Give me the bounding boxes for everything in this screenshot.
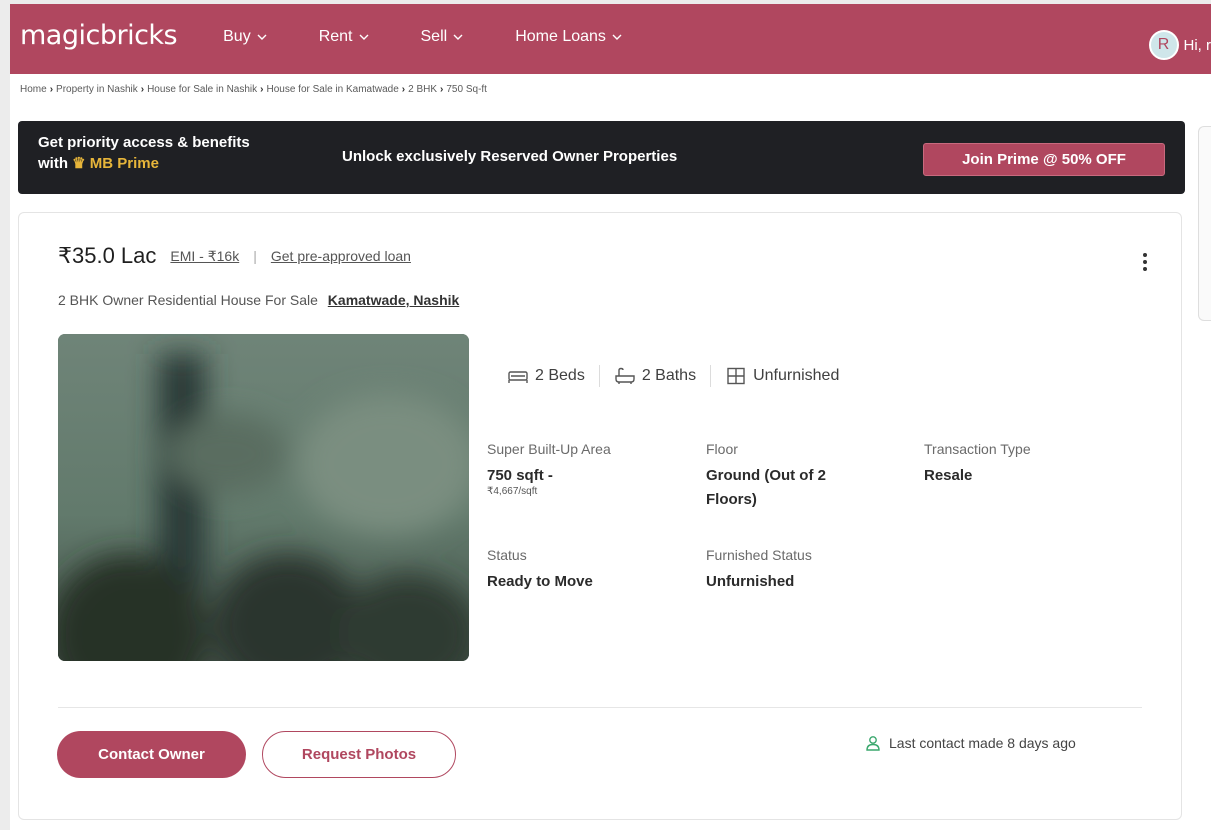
prime-banner: Get priority access & benefits with ♛ MB… (18, 121, 1185, 194)
user-greeting[interactable]: Hi, r (1184, 37, 1211, 54)
amenity-beds-label: 2 Beds (535, 367, 585, 384)
bath-icon (615, 367, 635, 384)
property-photo[interactable] (58, 334, 469, 661)
chevron-down-icon (612, 34, 622, 40)
floor-value: Ground (Out of 2 Floors) (706, 467, 826, 508)
property-location-link[interactable]: Kamatwade, Nashik (328, 292, 460, 308)
side-panel-edge (1198, 126, 1211, 321)
main-nav: Buy Rent Sell Home Loans (223, 28, 674, 46)
nav-buy[interactable]: Buy (223, 28, 267, 46)
nav-home-loans-label: Home Loans (515, 28, 606, 45)
nav-rent[interactable]: Rent (319, 28, 369, 46)
chevron-down-icon (359, 34, 368, 40)
nav-sell-label: Sell (420, 28, 448, 45)
property-price: ₹35.0 Lac (58, 243, 157, 268)
summary-furnished: Furnished Status Unfurnished (706, 547, 916, 594)
prime-banner-text: Get priority access & benefits with ♛ MB… (38, 132, 250, 174)
amenity-beds: 2 Beds (507, 367, 585, 385)
amenity-furnishing-label: Unfurnished (753, 367, 840, 384)
price-separator: | (253, 248, 257, 264)
prime-banner-line1: Get priority access & benefits (38, 134, 250, 151)
super-area-value: 750 sqft - (487, 467, 553, 484)
last-contact-info: Last contact made 8 days ago (865, 735, 1076, 751)
chevron-down-icon (453, 34, 463, 40)
pre-approved-loan-link[interactable]: Get pre-approved loan (271, 248, 411, 264)
contact-owner-button[interactable]: Contact Owner (57, 731, 246, 778)
last-contact-text: Last contact made 8 days ago (889, 735, 1076, 751)
blurred-photo-placeholder (58, 334, 469, 661)
prime-banner-message: Unlock exclusively Reserved Owner Proper… (342, 148, 678, 165)
super-area-label: Super Built-Up Area (487, 441, 611, 457)
prime-label: MB Prime (89, 155, 159, 172)
breadcrumb-home[interactable]: Home (20, 84, 47, 95)
breadcrumb-separator: › (140, 84, 145, 95)
amenity-divider (598, 365, 600, 387)
price-row: ₹35.0 Lac EMI - ₹16k | Get pre-approved … (58, 243, 411, 269)
status-label: Status (487, 547, 527, 563)
more-options-icon[interactable] (1143, 253, 1147, 271)
breadcrumb-separator: › (49, 84, 54, 95)
magicbricks-logo[interactable]: magicbricks (20, 20, 178, 51)
nav-sell[interactable]: Sell (421, 28, 464, 46)
breadcrumb-property-nashik[interactable]: Property in Nashik (56, 84, 138, 95)
price-per-sqft: ₹4,667/sqft (487, 486, 538, 497)
breadcrumb-2bhk[interactable]: 2 BHK (408, 84, 437, 95)
summary-status: Status Ready to Move (487, 547, 697, 594)
prime-banner-with: with (38, 155, 68, 172)
summary-super-area: Super Built-Up Area 750 sqft - ₹4,667/sq… (487, 441, 697, 497)
amenity-furnishing: Unfurnished (725, 367, 839, 385)
status-value: Ready to Move (487, 573, 593, 590)
nav-home-loans[interactable]: Home Loans (515, 28, 622, 46)
summary-floor: Floor Ground (Out of 2 Floors) (706, 441, 876, 512)
property-type: 2 BHK Owner Residential House For Sale (58, 292, 318, 308)
top-navigation-bar: magicbricks Buy Rent Sell Home Loans R H… (10, 4, 1211, 74)
transaction-label: Transaction Type (924, 441, 1031, 457)
amenities-row: 2 Beds 2 Baths Unfurnished (507, 365, 839, 387)
page-content: Home › Property in Nashik › House for Sa… (10, 74, 1211, 830)
prime-banner-line2: with ♛ MB Prime (38, 153, 250, 174)
chevron-down-icon (257, 34, 267, 40)
breadcrumb-house-kamatwade[interactable]: House for Sale in Kamatwade (266, 84, 398, 95)
breadcrumb-separator: › (440, 84, 444, 95)
user-icon (866, 736, 880, 751)
join-prime-button[interactable]: Join Prime @ 50% OFF (923, 143, 1165, 176)
request-photos-button[interactable]: Request Photos (262, 731, 456, 778)
furnish-icon (727, 367, 745, 385)
property-title: 2 BHK Owner Residential House For Sale K… (58, 292, 459, 308)
breadcrumb-house-nashik[interactable]: House for Sale in Nashik (147, 84, 257, 95)
breadcrumb-area: 750 Sq-ft (446, 84, 487, 95)
crown-icon: ♛ (72, 155, 86, 172)
nav-buy-label: Buy (223, 28, 251, 45)
nav-rent-label: Rent (318, 28, 353, 45)
card-divider (58, 707, 1142, 708)
emi-link[interactable]: EMI - ₹16k (170, 248, 239, 265)
amenity-baths: 2 Baths (614, 367, 696, 385)
breadcrumb-separator: › (260, 84, 264, 95)
transaction-value: Resale (924, 467, 973, 484)
user-menu[interactable]: R Hi, r (1148, 30, 1211, 60)
breadcrumb: Home › Property in Nashik › House for Sa… (20, 84, 487, 95)
summary-transaction: Transaction Type Resale (924, 441, 1134, 488)
bed-icon (508, 371, 528, 383)
avatar[interactable]: R (1148, 30, 1179, 60)
furnished-value: Unfurnished (706, 573, 795, 590)
property-card: ₹35.0 Lac EMI - ₹16k | Get pre-approved … (18, 212, 1182, 820)
amenity-divider (710, 365, 712, 387)
amenity-baths-label: 2 Baths (641, 367, 697, 384)
floor-label: Floor (706, 441, 738, 457)
furnished-label: Furnished Status (706, 547, 812, 563)
breadcrumb-separator: › (401, 84, 406, 95)
